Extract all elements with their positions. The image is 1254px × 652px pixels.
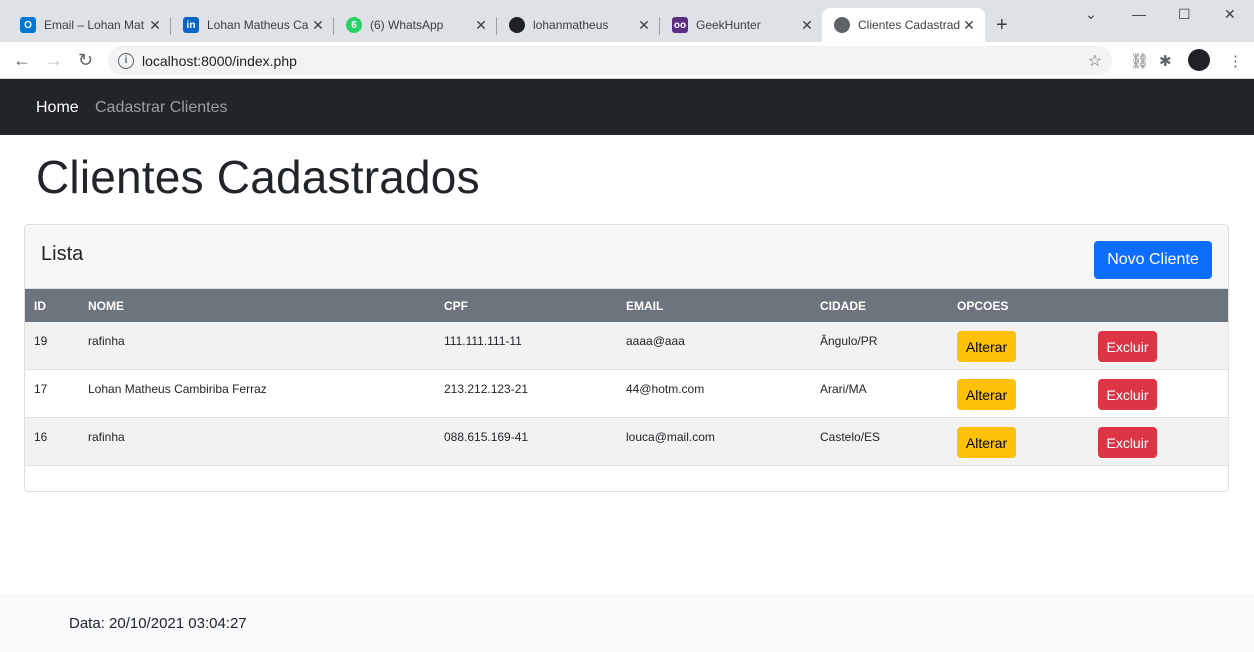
window-close-icon[interactable]: ✕ [1224,6,1236,23]
tab-title: (6) WhatsApp [370,18,444,32]
reload-icon[interactable]: ↻ [78,50,93,71]
column-header: CPF [444,299,468,313]
table-row: 16 rafinha 088.615.169-41 louca@mail.com… [25,418,1228,466]
cell-nome: Lohan Matheus Cambiriba Ferraz [88,382,267,396]
browser-tab-active[interactable]: Clientes Cadastrad ✕ [822,8,985,42]
close-icon[interactable]: ✕ [473,17,489,34]
tab-title: Email – Lohan Mat [44,18,145,32]
cell-cidade: Ângulo/PR [820,334,878,348]
cell-email: aaaa@aaa [626,334,685,348]
extension-icon[interactable]: ⛓ [1130,52,1149,70]
back-icon[interactable]: ← [13,50,31,71]
alter-button[interactable]: Alterar [957,331,1016,362]
browser-tab[interactable]: O Email – Lohan Mat ✕ [8,8,171,42]
tab-title: GeekHunter [696,18,761,32]
alter-button[interactable]: Alterar [957,427,1016,458]
cell-nome: rafinha [88,334,125,348]
column-header: EMAIL [626,299,664,313]
tab-title: lohanmatheus [533,18,609,32]
cell-cpf: 088.615.169-41 [444,430,529,444]
close-icon[interactable]: ✕ [961,17,977,34]
forward-icon[interactable]: → [45,50,63,71]
geekhunter-icon: oo [672,17,688,33]
page-footer: Data: 20/10/2021 03:04:27 [0,594,1254,652]
info-icon[interactable]: i [118,52,134,69]
browser-tab[interactable]: oo GeekHunter ✕ [660,8,823,42]
tab-title: Lohan Matheus Ca [207,18,309,32]
cell-cidade: Arari/MA [820,382,867,396]
browser-tab[interactable]: lohanmatheus ✕ [497,8,660,42]
address-bar[interactable]: i localhost:8000/index.php ☆ [108,46,1112,75]
table-header: ID NOME CPF EMAIL CIDADE OPCOES [25,289,1228,322]
delete-button[interactable]: Excluir [1098,427,1157,458]
cell-id: 16 [34,430,48,444]
browser-tab[interactable]: in Lohan Matheus Ca ✕ [171,8,334,42]
maximize-icon[interactable]: ☐ [1178,6,1191,23]
cell-email: 44@hotm.com [626,382,705,396]
nav-home-link[interactable]: Home [36,99,79,117]
chevron-down-icon[interactable]: ⌄ [1085,6,1097,23]
cell-nome: rafinha [88,430,125,444]
column-header: OPCOES [957,299,1009,313]
menu-dots-icon[interactable]: ⋮ [1228,52,1243,70]
minimize-icon[interactable]: — [1132,6,1146,22]
delete-button[interactable]: Excluir [1098,331,1157,362]
table-row: 17 Lohan Matheus Cambiriba Ferraz 213.21… [25,370,1228,418]
linkedin-icon: in [183,17,199,33]
site-navbar: Home Cadastrar Clientes [0,79,1254,135]
card-title: Lista [41,243,84,265]
close-icon[interactable]: ✕ [147,17,163,34]
column-header: CIDADE [820,299,867,313]
cell-email: louca@mail.com [626,430,715,444]
close-icon[interactable]: ✕ [310,17,326,34]
outlook-icon: O [20,17,36,33]
browser-tab-bar: O Email – Lohan Mat ✕ in Lohan Matheus C… [0,0,1254,42]
delete-button[interactable]: Excluir [1098,379,1157,410]
puzzle-icon[interactable]: ✱ [1159,52,1172,70]
github-icon [509,17,525,33]
close-icon[interactable]: ✕ [799,17,815,34]
profile-avatar[interactable] [1188,49,1210,71]
column-header: ID [34,299,46,313]
globe-icon [834,17,850,33]
footer-date: Data: 20/10/2021 03:04:27 [69,615,247,632]
cell-id: 17 [34,382,48,396]
new-tab-icon[interactable]: + [996,14,1008,37]
star-icon[interactable]: ☆ [1088,51,1102,71]
table-row: 19 rafinha 111.111.111-11 aaaa@aaa Ângul… [25,322,1228,370]
browser-tab[interactable]: 6 (6) WhatsApp ✕ [334,8,497,42]
browser-toolbar: ← → ↻ i localhost:8000/index.php ☆ ⛓ ✱ ⋮ [0,42,1254,79]
url-text[interactable]: localhost:8000/index.php [142,53,297,69]
cell-cidade: Castelo/ES [820,430,881,444]
cell-cpf: 111.111.111-11 [444,334,522,348]
card-header: Lista Novo Cliente [25,225,1228,289]
new-client-button[interactable]: Novo Cliente [1094,241,1212,279]
column-header: NOME [88,299,124,313]
alter-button[interactable]: Alterar [957,379,1016,410]
cell-id: 19 [34,334,48,348]
clients-card: Lista Novo Cliente ID NOME CPF EMAIL CID… [24,224,1229,492]
page-title: Clientes Cadastrados [36,151,480,203]
cell-cpf: 213.212.123-21 [444,382,529,396]
close-icon[interactable]: ✕ [636,17,652,34]
whatsapp-icon: 6 [346,17,362,33]
nav-cadastrar-link[interactable]: Cadastrar Clientes [95,99,228,117]
tab-title: Clientes Cadastrad [858,18,961,32]
